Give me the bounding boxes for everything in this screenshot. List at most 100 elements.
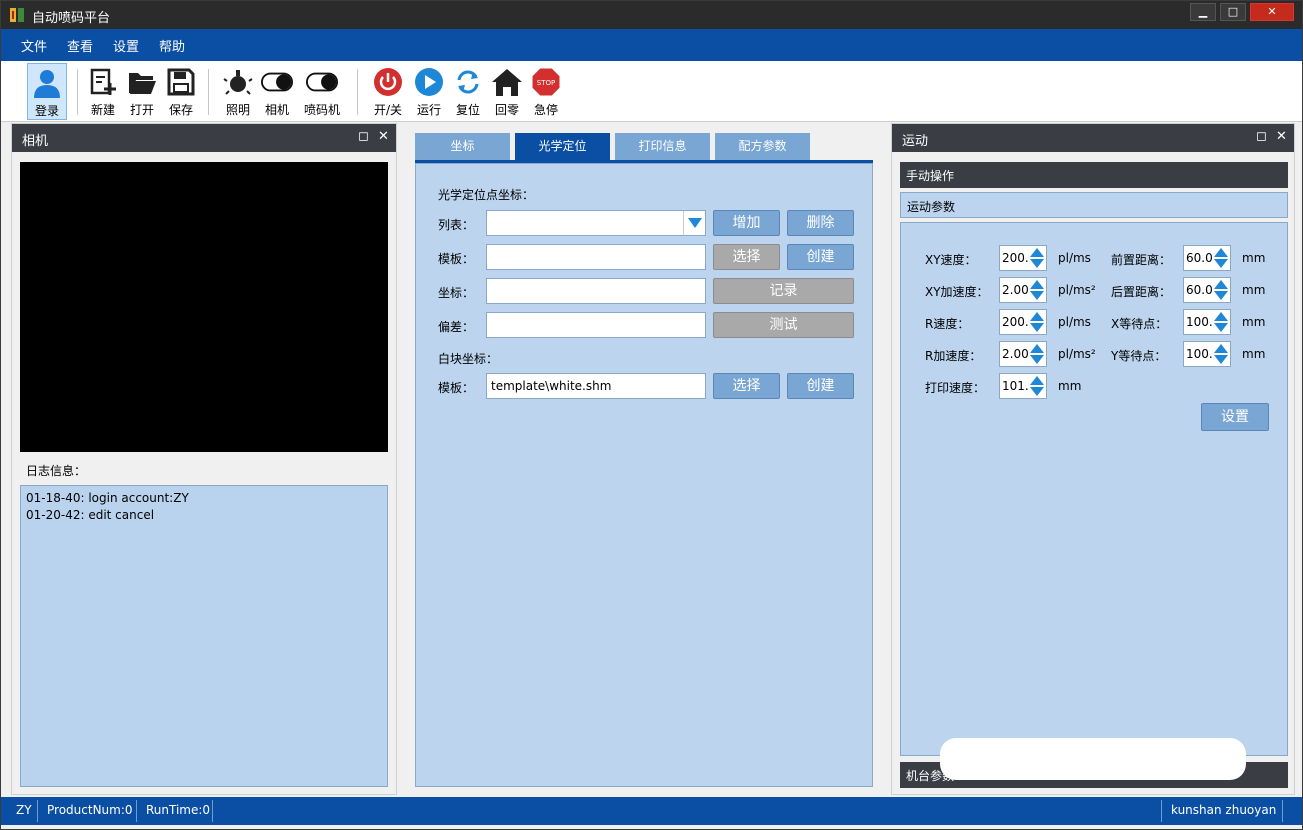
x-wait-label: X等待点： — [1111, 317, 1168, 331]
xy-accel-spin[interactable]: 2.00 — [999, 277, 1047, 303]
new-label: 新建 — [90, 103, 115, 117]
offset-input[interactable] — [486, 312, 706, 338]
list-combo[interactable] — [486, 210, 706, 236]
estop-label: 急停 — [533, 103, 558, 117]
close-panel-icon[interactable]: ✕ — [1276, 129, 1287, 144]
x-wait-spin[interactable]: 100. — [1183, 309, 1231, 335]
power-label: 开/关 — [373, 103, 403, 117]
menu-help[interactable]: 帮助 — [159, 36, 185, 55]
select-button-disabled[interactable]: 选择 — [713, 244, 780, 270]
chevron-down-icon[interactable] — [683, 211, 705, 235]
camera-toggle-label: 相机 — [264, 103, 289, 117]
open-label: 打开 — [129, 103, 154, 117]
close-panel-icon[interactable]: ✕ — [378, 129, 389, 144]
login-label: 登录 — [34, 104, 59, 118]
estop-button[interactable]: STOP 急停 — [526, 63, 566, 120]
refresh-icon — [452, 66, 484, 98]
menu-file[interactable]: 文件 — [21, 36, 47, 55]
user-icon — [31, 67, 63, 99]
tab-recipe-params[interactable]: 配方参数 — [715, 133, 810, 160]
template-input[interactable] — [486, 244, 706, 270]
template-label: 模板： — [438, 252, 475, 266]
log-line: 01-20-42: edit cancel — [26, 508, 155, 522]
test-button[interactable]: 测试 — [713, 312, 854, 338]
motion-params-body: XY速度： 200. pl/ms 前置距离： 60.0 mm XY加速度： 2.… — [900, 222, 1288, 756]
reset-label: 复位 — [455, 103, 480, 117]
close-button[interactable]: ✕ — [1250, 3, 1294, 21]
print-speed-value: 101. — [1002, 379, 1029, 393]
coord-input[interactable] — [486, 278, 706, 304]
tab-bar: 坐标 光学定位 打印信息 配方参数 — [415, 133, 873, 163]
spin-arrows-icon[interactable] — [1029, 375, 1045, 397]
delete-button[interactable]: 删除 — [787, 210, 854, 236]
home-button[interactable]: 回零 — [487, 63, 527, 120]
tab-coordinates[interactable]: 坐标 — [415, 133, 510, 160]
status-company: kunshan zhuoyan — [1171, 803, 1277, 817]
toggle-off-icon — [306, 66, 338, 98]
spin-arrows-icon[interactable] — [1029, 343, 1045, 365]
rear-distance-spin[interactable]: 60.0 — [1183, 277, 1231, 303]
tab-print-info[interactable]: 打印信息 — [615, 133, 710, 160]
coord-label: 坐标： — [438, 286, 475, 300]
power-button[interactable]: 开/关 — [368, 63, 408, 120]
title-bar: 自动喷码平台 ▁ □ ✕ — [1, 1, 1302, 29]
front-distance-label: 前置距离： — [1111, 253, 1172, 267]
float-icon[interactable]: ◻ — [1256, 129, 1267, 144]
y-wait-label: Y等待点： — [1111, 349, 1167, 363]
apply-settings-button[interactable]: 设置 — [1201, 403, 1269, 431]
menu-settings[interactable]: 设置 — [113, 36, 139, 55]
r-speed-value: 200. — [1002, 315, 1029, 329]
log-area[interactable]: 01-18-40: login account:ZY 01-20-42: edi… — [20, 485, 388, 787]
spin-arrows-icon[interactable] — [1029, 247, 1045, 269]
spin-arrows-icon[interactable] — [1213, 343, 1229, 365]
spin-arrows-icon[interactable] — [1213, 279, 1229, 301]
new-button[interactable]: 新建 — [83, 63, 123, 120]
run-button[interactable]: 运行 — [409, 63, 449, 120]
camera-panel-title: 相机 — [22, 134, 49, 149]
motion-params-header[interactable]: 运动参数 — [900, 192, 1288, 218]
status-runtime: RunTime:0 — [146, 803, 211, 817]
r-accel-spin[interactable]: 2.00 — [999, 341, 1047, 367]
record-button[interactable]: 记录 — [713, 278, 854, 304]
folder-open-icon — [126, 66, 158, 98]
print-speed-spin[interactable]: 101. — [999, 373, 1047, 399]
r-accel-label: R加速度： — [925, 349, 982, 363]
login-button[interactable]: 登录 — [27, 63, 67, 120]
offset-label: 偏差： — [438, 320, 475, 334]
white-select-button[interactable]: 选择 — [713, 373, 780, 399]
printer-toggle[interactable]: 喷码机 — [302, 63, 342, 120]
add-button[interactable]: 增加 — [713, 210, 780, 236]
open-button[interactable]: 打开 — [122, 63, 162, 120]
unit-label: mm — [1242, 315, 1266, 329]
spin-arrows-icon[interactable] — [1213, 311, 1229, 333]
status-product-count: ProductNum:0 — [47, 803, 133, 817]
white-template-label: 模板： — [438, 381, 475, 395]
xy-speed-spin[interactable]: 200. — [999, 245, 1047, 271]
maximize-button[interactable]: □ — [1220, 3, 1246, 21]
motion-panel-header: 运动 ◻ ✕ — [892, 124, 1294, 152]
y-wait-spin[interactable]: 100. — [1183, 341, 1231, 367]
xy-accel-label: XY加速度： — [925, 285, 989, 299]
front-distance-spin[interactable]: 60.0 — [1183, 245, 1231, 271]
create-button[interactable]: 创建 — [787, 244, 854, 270]
xy-accel-value: 2.00 — [1002, 283, 1029, 297]
spin-arrows-icon[interactable] — [1213, 247, 1229, 269]
reset-button[interactable]: 复位 — [448, 63, 488, 120]
menu-view[interactable]: 查看 — [67, 36, 93, 55]
minimize-button[interactable]: ▁ — [1190, 3, 1216, 21]
tab-optical-positioning[interactable]: 光学定位 — [515, 133, 610, 160]
save-button[interactable]: 保存 — [161, 63, 201, 120]
r-speed-spin[interactable]: 200. — [999, 309, 1047, 335]
spin-arrows-icon[interactable] — [1029, 279, 1045, 301]
float-icon[interactable]: ◻ — [358, 129, 369, 144]
manual-ops-header[interactable]: 手动操作 — [900, 162, 1288, 188]
camera-toggle[interactable]: 相机 — [257, 63, 297, 120]
white-create-button[interactable]: 创建 — [787, 373, 854, 399]
light-button[interactable]: 照明 — [218, 63, 258, 120]
white-template-input[interactable]: template\white.shm — [486, 373, 706, 399]
front-distance-value: 60.0 — [1186, 251, 1213, 265]
unit-label: mm — [1242, 283, 1266, 297]
xy-speed-label: XY速度： — [925, 253, 977, 267]
camera-view — [20, 162, 388, 452]
spin-arrows-icon[interactable] — [1029, 311, 1045, 333]
